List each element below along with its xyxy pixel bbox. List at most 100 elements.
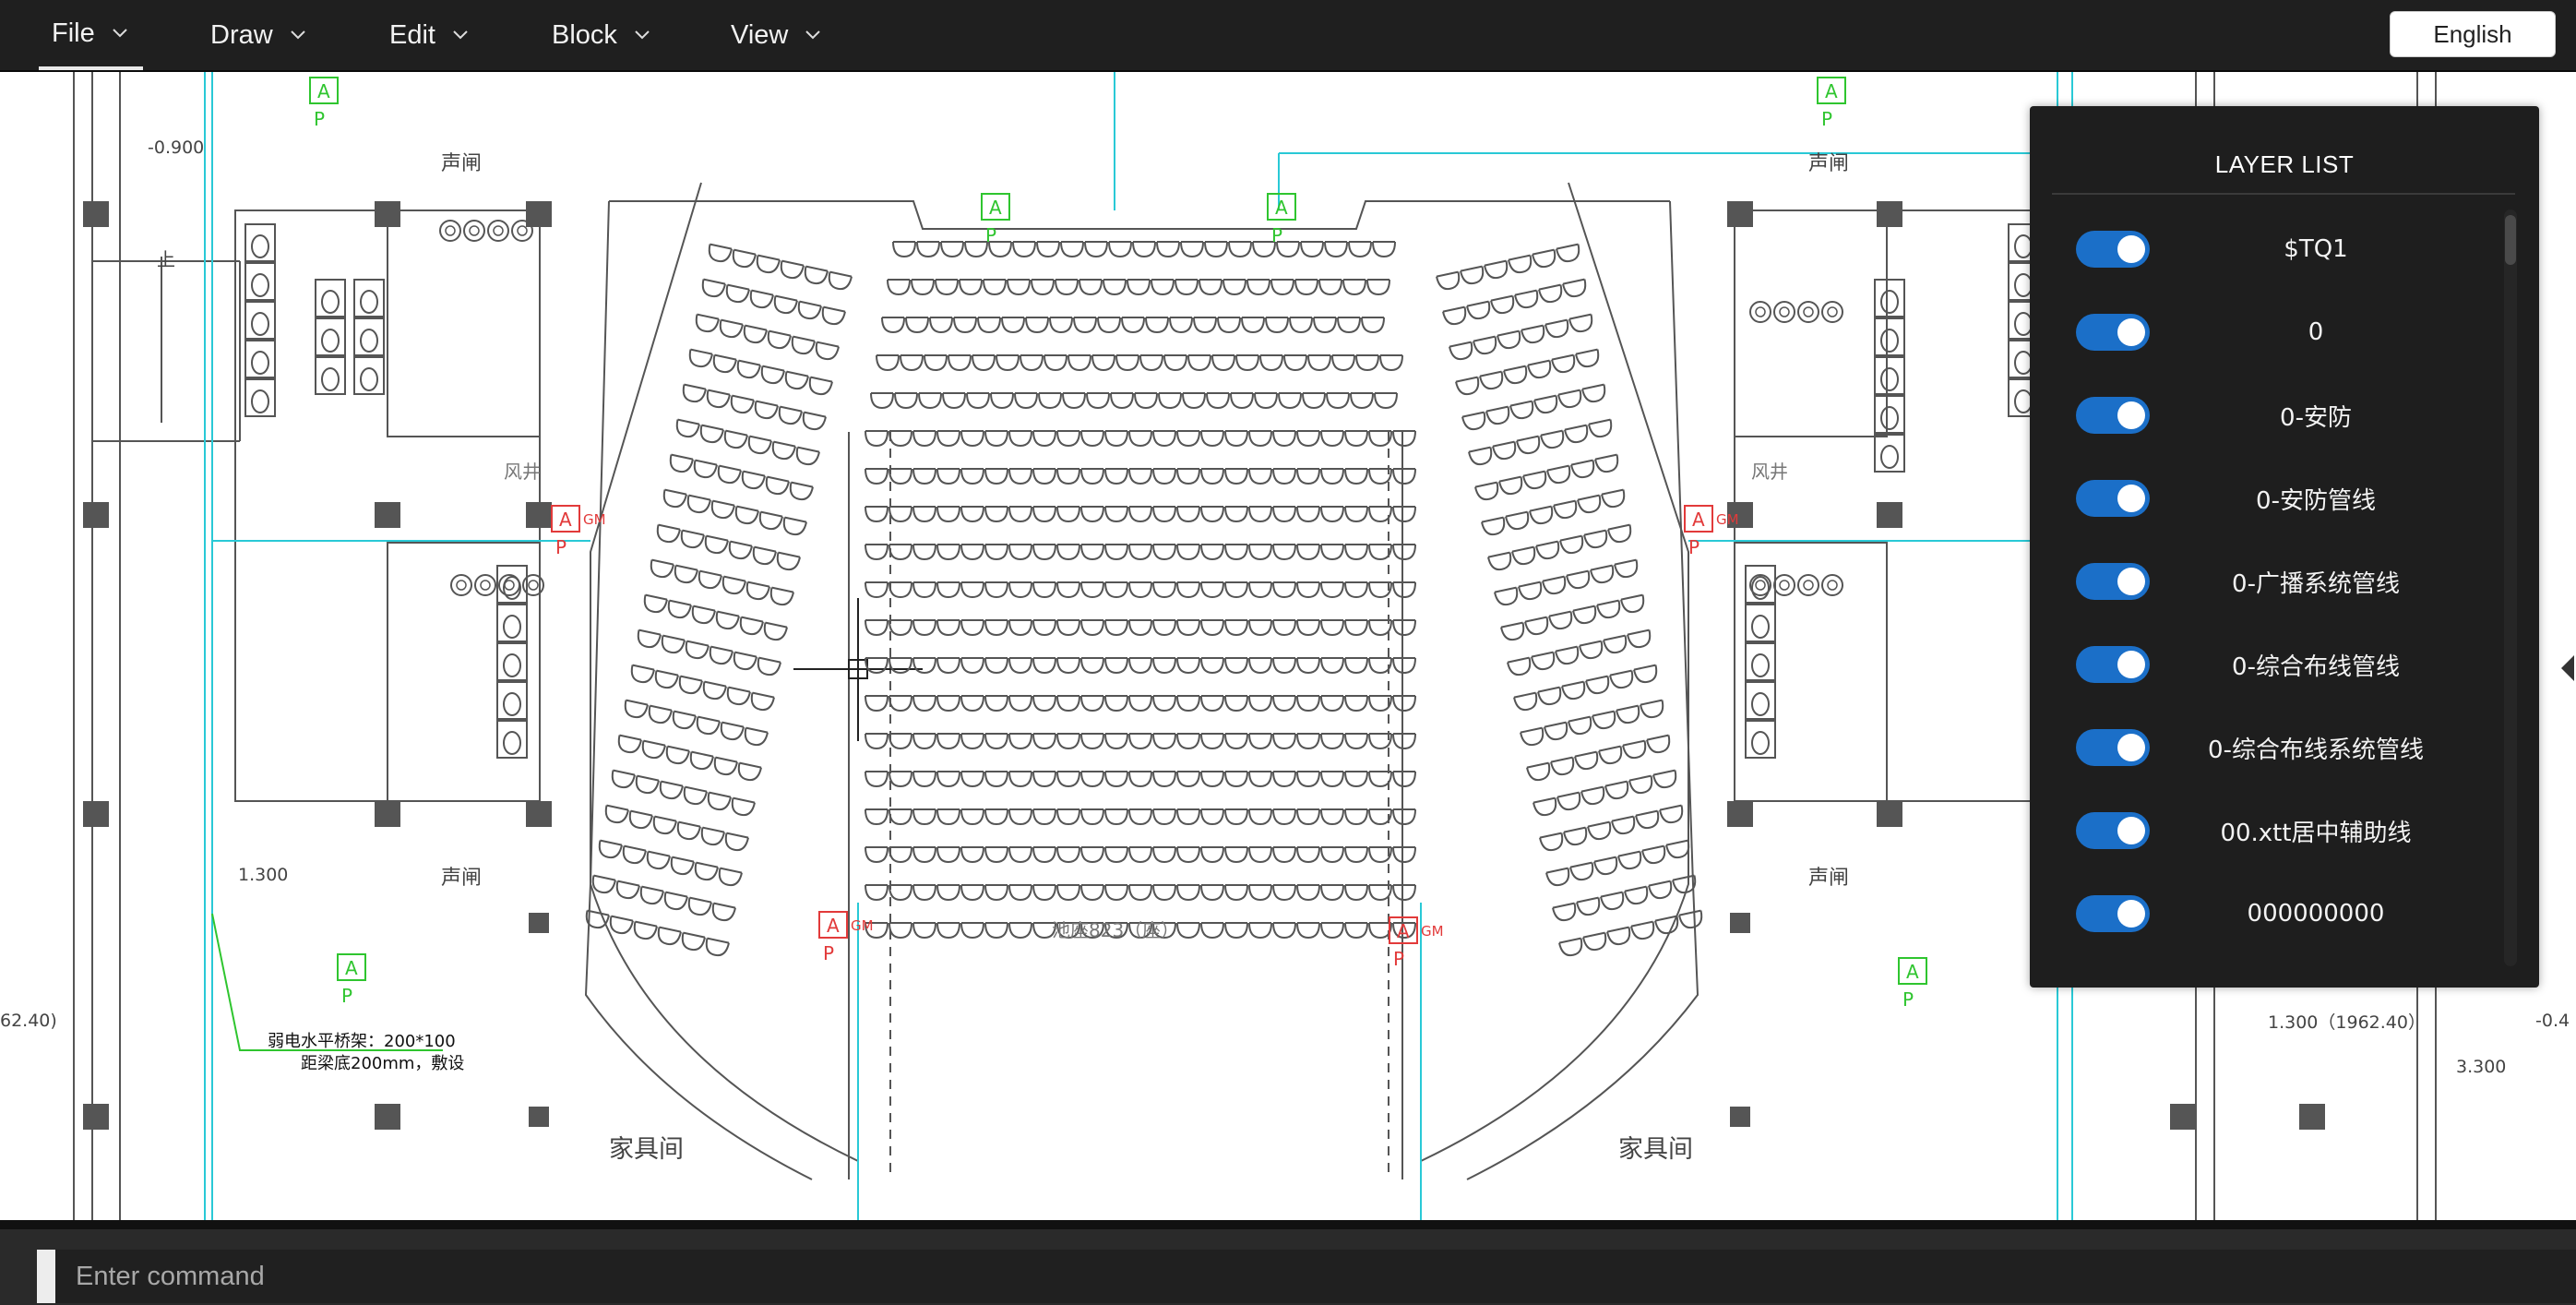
seat <box>936 468 960 485</box>
toggle-knob <box>2117 734 2145 761</box>
seat <box>1056 657 1080 674</box>
layer-list-panel: LAYER LIST $TQ1 0 0-安防 0-安防管线 0-广播系统管线 0… <box>2030 106 2539 988</box>
seat <box>1104 695 1128 712</box>
sink <box>511 220 533 242</box>
seat <box>726 540 753 562</box>
seat <box>754 254 781 276</box>
seat <box>1392 733 1416 749</box>
menu-view[interactable]: View <box>718 0 836 70</box>
seat <box>1659 804 1686 826</box>
tag-p: P <box>314 108 325 130</box>
seat <box>1320 846 1344 863</box>
seat <box>1206 392 1230 409</box>
seat <box>1152 657 1176 674</box>
seat <box>929 317 953 333</box>
seat <box>1587 820 1614 843</box>
seat <box>1008 733 1032 749</box>
tag-gm: GM <box>583 511 606 528</box>
seat <box>1588 418 1615 440</box>
seat <box>1176 430 1200 447</box>
language-button[interactable]: English <box>2390 11 2556 57</box>
layer-visibility-toggle[interactable] <box>2076 895 2150 932</box>
panel-collapse-handle[interactable] <box>2561 655 2574 681</box>
seat <box>1200 771 1224 787</box>
seat <box>1342 279 1366 295</box>
seat <box>1224 544 1248 560</box>
layer-row: 0-安防 <box>2030 374 2510 457</box>
seat <box>1665 839 1692 861</box>
seat <box>1620 593 1647 616</box>
column <box>1730 913 1750 933</box>
seat <box>1296 657 1320 674</box>
seat <box>813 341 840 363</box>
seat <box>765 329 792 352</box>
layer-row: 000000000 <box>2030 872 2510 955</box>
layer-visibility-toggle[interactable] <box>2076 480 2150 517</box>
seat <box>888 581 912 598</box>
seat <box>1200 733 1224 749</box>
menu-file[interactable]: File <box>39 0 143 70</box>
seat <box>1056 808 1080 825</box>
menu-bar: File Draw Edit Block View English <box>0 0 2576 72</box>
seat <box>1544 721 1570 743</box>
seat <box>1044 354 1067 371</box>
seat <box>1008 846 1032 863</box>
layer-list[interactable]: $TQ1 0 0-安防 0-安防管线 0-广播系统管线 0-综合布线管线 0-综… <box>2030 208 2510 974</box>
seat <box>912 657 936 674</box>
seat <box>1590 564 1616 586</box>
seat <box>1579 640 1605 662</box>
tag-a: A <box>1275 197 1288 219</box>
column <box>1877 801 1902 827</box>
seat <box>1320 922 1344 939</box>
seat <box>1561 680 1588 702</box>
menu-draw[interactable]: Draw <box>197 0 321 70</box>
layer-visibility-toggle[interactable] <box>2076 812 2150 849</box>
seat <box>1392 771 1416 787</box>
layer-visibility-toggle[interactable] <box>2076 729 2150 766</box>
panel-title: LAYER LIST <box>2214 150 2355 178</box>
layer-visibility-toggle[interactable] <box>2076 397 2150 434</box>
seat <box>1224 619 1248 636</box>
seat <box>1104 506 1128 522</box>
seat <box>639 739 666 761</box>
seat <box>1546 464 1573 486</box>
seat <box>1176 581 1200 598</box>
seat <box>1176 846 1200 863</box>
command-input[interactable] <box>37 1250 2576 1303</box>
seat <box>1468 446 1495 468</box>
seat <box>683 640 710 662</box>
sink <box>487 220 509 242</box>
seat <box>911 279 935 295</box>
seat <box>742 726 769 748</box>
seat <box>870 392 894 409</box>
scrollbar-thumb[interactable] <box>2505 215 2516 265</box>
column <box>83 1104 109 1130</box>
seat <box>1230 392 1254 409</box>
seat <box>1056 506 1080 522</box>
seat <box>1331 354 1355 371</box>
layer-visibility-toggle[interactable] <box>2076 646 2150 683</box>
seat <box>888 733 912 749</box>
seat <box>1627 629 1653 651</box>
chevron-down-icon <box>453 30 468 40</box>
menu-edit[interactable]: Edit <box>376 0 483 70</box>
seat <box>1248 430 1272 447</box>
layer-visibility-toggle[interactable] <box>2076 314 2150 351</box>
seat <box>1128 808 1152 825</box>
seat <box>686 896 712 918</box>
seat <box>1344 922 1368 939</box>
seat <box>912 544 936 560</box>
menu-block[interactable]: Block <box>539 0 665 70</box>
layer-list-scrollbar[interactable] <box>2504 210 2517 966</box>
seat <box>1204 241 1228 257</box>
layer-visibility-toggle[interactable] <box>2076 563 2150 600</box>
seat <box>655 926 682 948</box>
seat <box>748 691 775 713</box>
seat <box>1368 771 1392 787</box>
layer-visibility-toggle[interactable] <box>2076 231 2150 268</box>
seat <box>1283 354 1307 371</box>
seat <box>1086 392 1110 409</box>
seat <box>1505 510 1532 533</box>
seat <box>960 733 984 749</box>
seat <box>1272 808 1296 825</box>
